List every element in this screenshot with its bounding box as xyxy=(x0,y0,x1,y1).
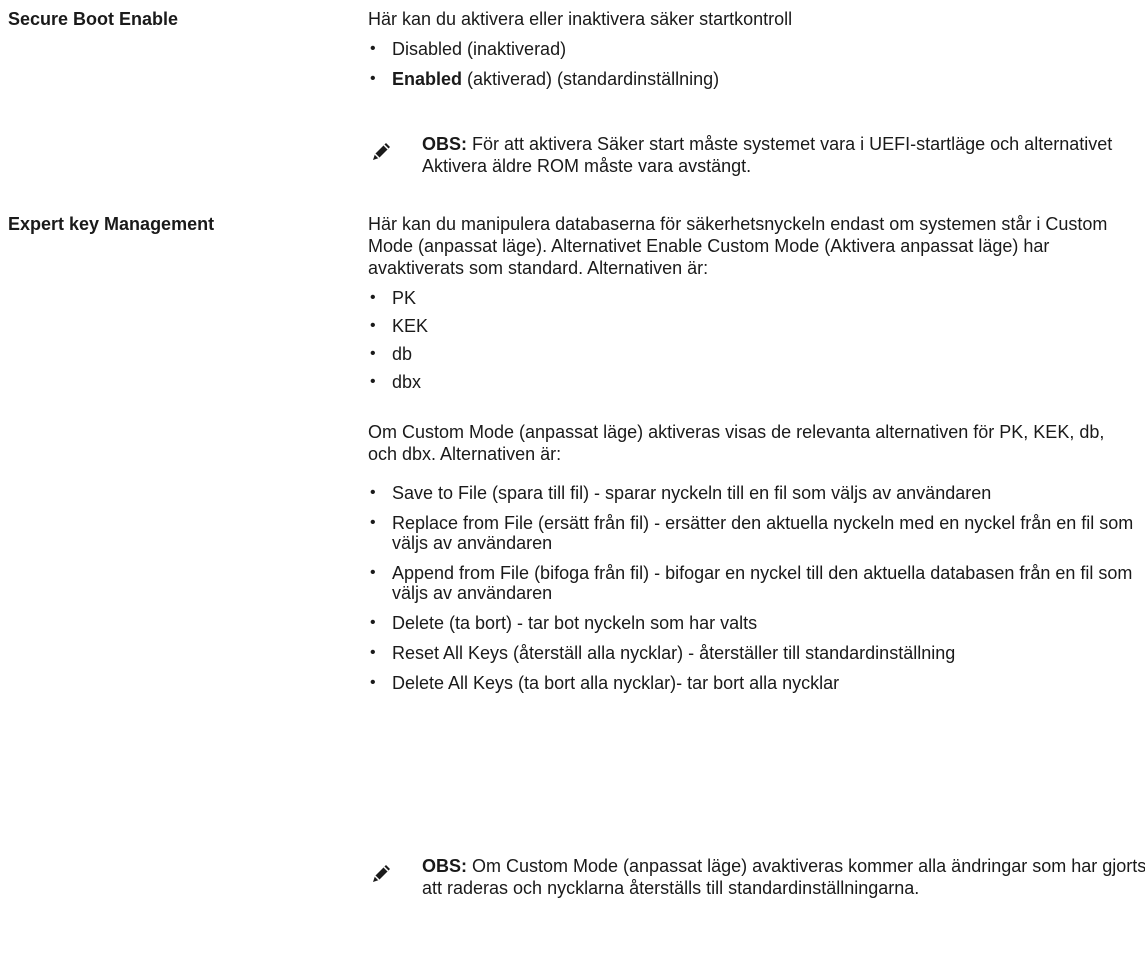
action-item-text: Reset All Keys (återställ alla nycklar) … xyxy=(392,643,956,663)
option-disabled: Disabled (inaktiverad) xyxy=(368,38,1138,60)
note-body: För att aktivera Säker start måste syste… xyxy=(422,134,1113,176)
secure-boot-note-text: OBS: För att aktivera Säker start måste … xyxy=(422,133,1145,177)
term-secure-boot-enable: Secure Boot Enable xyxy=(8,9,179,29)
key-item-label: KEK xyxy=(392,316,429,336)
key-item-dbx: dbx xyxy=(368,371,1138,393)
key-item-label: db xyxy=(392,344,413,364)
note-label: OBS: xyxy=(422,856,467,876)
key-item-kek: KEK xyxy=(368,315,1138,337)
action-item-reset-all: Reset All Keys (återställ alla nycklar) … xyxy=(368,643,1138,663)
note-body: Om Custom Mode (anpassat läge) avaktiver… xyxy=(422,856,1145,898)
action-item-replace: Replace from File (ersätt från fil) - er… xyxy=(368,513,1138,553)
option-enabled-text: (aktiverad) (standardinställning) xyxy=(462,69,720,89)
pencil-note-icon xyxy=(373,143,390,160)
action-item-text: Replace from File (ersätt från fil) - er… xyxy=(392,513,1134,553)
action-item-text: Delete All Keys (ta bort alla nycklar)- … xyxy=(392,673,840,693)
secure-boot-content: Här kan du aktivera eller inaktivera säk… xyxy=(368,8,1138,90)
action-item-text: Delete (ta bort) - tar bot nyckeln som h… xyxy=(392,613,758,633)
key-item-pk: PK xyxy=(368,287,1138,309)
expert-key-description: Här kan du manipulera databaserna för sä… xyxy=(368,214,1108,278)
note-label: OBS: xyxy=(422,134,467,154)
option-enabled-bold: Enabled xyxy=(392,69,463,89)
key-item-label: dbx xyxy=(392,372,422,392)
expert-key-content: Här kan du manipulera databaserna för sä… xyxy=(368,213,1138,693)
key-item-db: db xyxy=(368,343,1138,365)
option-enabled: Enabled (aktiverad) (standardinställning… xyxy=(368,68,1138,90)
action-item-text: Save to File (spara till fil) - sparar n… xyxy=(392,483,992,503)
action-item-delete-all: Delete All Keys (ta bort alla nycklar)- … xyxy=(368,673,1138,693)
option-disabled-text: Disabled (inaktiverad) xyxy=(392,39,567,59)
action-item-delete: Delete (ta bort) - tar bot nyckeln som h… xyxy=(368,613,1138,633)
action-list: Save to File (spara till fil) - sparar n… xyxy=(368,483,1138,693)
key-list: PK KEK db dbx xyxy=(368,287,1138,393)
action-item-text: Append from File (bifoga från fil) - bif… xyxy=(392,563,1133,603)
pencil-note-icon xyxy=(373,865,390,882)
term-expert-key-management: Expert key Management xyxy=(8,214,215,234)
secure-boot-description: Här kan du aktivera eller inaktivera säk… xyxy=(368,9,793,29)
key-item-label: PK xyxy=(392,288,417,308)
custom-mode-description: Om Custom Mode (anpassat läge) aktiveras… xyxy=(368,422,1105,464)
action-item-append: Append from File (bifoga från fil) - bif… xyxy=(368,563,1138,603)
secure-boot-options: Disabled (inaktiverad) Enabled (aktivera… xyxy=(368,38,1138,90)
expert-key-note-text: OBS: Om Custom Mode (anpassat läge) avak… xyxy=(422,855,1145,899)
action-item-save: Save to File (spara till fil) - sparar n… xyxy=(368,483,1138,503)
